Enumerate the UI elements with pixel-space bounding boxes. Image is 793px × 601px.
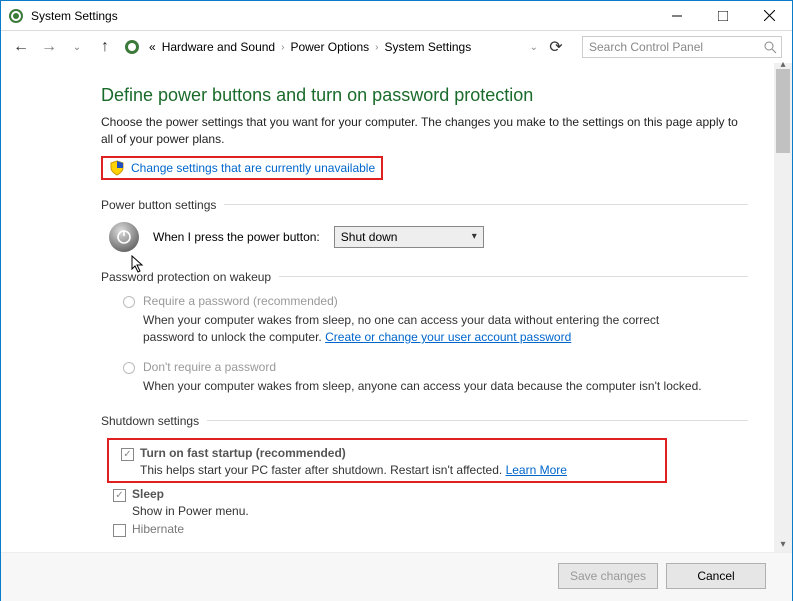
- sleep-label: Sleep: [132, 487, 164, 501]
- save-button[interactable]: Save changes: [558, 563, 658, 589]
- breadcrumb-prefix: «: [149, 40, 156, 54]
- up-button[interactable]: ↑: [95, 38, 115, 56]
- window-controls: [654, 1, 792, 30]
- check-hibernate: Hibernate: [113, 522, 748, 537]
- radio-require-password: Require a password (recommended): [123, 294, 748, 308]
- power-button-select[interactable]: Shut down: [334, 226, 484, 248]
- power-button-label: When I press the power button:: [153, 230, 320, 244]
- learn-more-link[interactable]: Learn More: [506, 463, 567, 477]
- vertical-scrollbar[interactable]: ▴ ▾: [774, 63, 792, 552]
- search-container: Search Control Panel: [582, 36, 782, 58]
- breadcrumb-level1[interactable]: Hardware and Sound: [162, 40, 275, 54]
- admin-link-text: Change settings that are currently unava…: [131, 161, 375, 175]
- section-password: Password protection on wakeup: [101, 270, 748, 284]
- fast-startup-highlight: ✓ Turn on fast startup (recommended) Thi…: [107, 438, 667, 483]
- breadcrumb-level3[interactable]: System Settings: [385, 40, 472, 54]
- fast-startup-desc: This helps start your PC faster after sh…: [140, 463, 659, 477]
- account-password-link[interactable]: Create or change your user account passw…: [325, 330, 571, 344]
- recent-dropdown[interactable]: ⌄: [67, 42, 87, 53]
- forward-button[interactable]: →: [39, 38, 59, 56]
- search-input[interactable]: Search Control Panel: [582, 36, 782, 58]
- power-button-row: When I press the power button: Shut down: [109, 222, 748, 252]
- check-fast-startup: ✓ Turn on fast startup (recommended): [121, 446, 659, 461]
- radio-no-password-label: Don't require a password: [143, 360, 276, 374]
- check-sleep: ✓ Sleep: [113, 487, 748, 502]
- power-icon: [109, 222, 139, 252]
- refresh-button[interactable]: ⟳: [546, 37, 566, 57]
- cancel-button[interactable]: Cancel: [666, 563, 766, 589]
- titlebar: System Settings: [1, 1, 792, 31]
- button-bar: Save changes Cancel: [1, 552, 792, 601]
- checkbox-icon: ✓: [113, 489, 126, 502]
- radio-no-password: Don't require a password: [123, 360, 748, 374]
- window-title: System Settings: [31, 9, 654, 23]
- radio-icon: [123, 296, 135, 308]
- scroll-down-icon[interactable]: ▾: [774, 539, 792, 550]
- page-heading: Define power buttons and turn on passwor…: [101, 85, 748, 106]
- minimize-button[interactable]: [654, 1, 700, 30]
- section-power-button: Power button settings: [101, 198, 748, 212]
- search-placeholder: Search Control Panel: [589, 40, 703, 54]
- chevron-right-icon: ›: [281, 42, 284, 53]
- breadcrumb[interactable]: « Hardware and Sound › Power Options › S…: [149, 40, 538, 54]
- content-area: Define power buttons and turn on passwor…: [1, 63, 774, 552]
- chevron-down-icon[interactable]: ⌄: [530, 42, 538, 53]
- checkbox-icon: [113, 524, 126, 537]
- breadcrumb-level2[interactable]: Power Options: [290, 40, 369, 54]
- location-icon: [123, 38, 141, 56]
- admin-settings-link[interactable]: Change settings that are currently unava…: [101, 156, 383, 180]
- hibernate-label: Hibernate: [132, 522, 184, 536]
- back-button[interactable]: ←: [11, 38, 31, 56]
- app-icon: [7, 7, 25, 25]
- page-intro: Choose the power settings that you want …: [101, 114, 748, 148]
- checkbox-icon: ✓: [121, 448, 134, 461]
- radio-icon: [123, 362, 135, 374]
- close-button[interactable]: [746, 1, 792, 30]
- scroll-thumb[interactable]: [776, 69, 790, 153]
- sleep-desc: Show in Power menu.: [132, 504, 748, 518]
- fast-startup-label: Turn on fast startup (recommended): [140, 446, 346, 460]
- radio-require-label: Require a password (recommended): [143, 294, 338, 308]
- power-button-value: Shut down: [341, 230, 398, 244]
- section-shutdown: Shutdown settings: [101, 414, 748, 428]
- search-icon: [763, 40, 777, 54]
- no-password-desc: When your computer wakes from sleep, any…: [143, 378, 703, 395]
- shield-icon: [109, 160, 125, 176]
- maximize-button[interactable]: [700, 1, 746, 30]
- toolbar: ← → ⌄ ↑ « Hardware and Sound › Power Opt…: [1, 31, 792, 63]
- chevron-right-icon: ›: [375, 42, 378, 53]
- require-password-desc: When your computer wakes from sleep, no …: [143, 312, 703, 347]
